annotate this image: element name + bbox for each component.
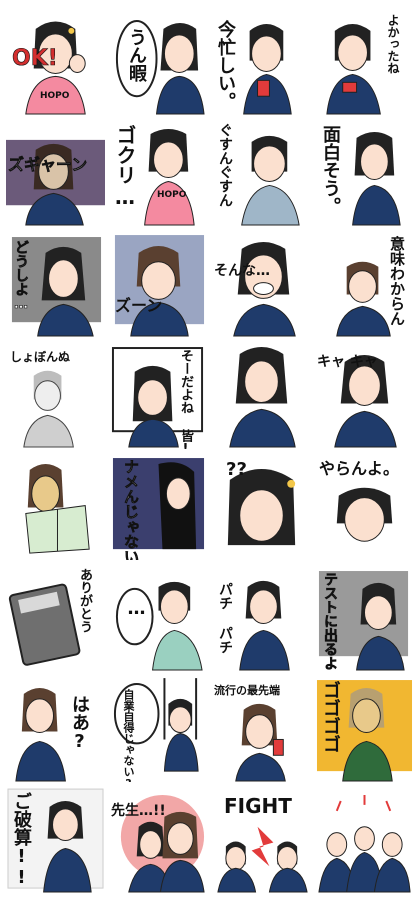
sticker-imi-wakaran[interactable]: 意味わからん <box>315 230 414 338</box>
sticker-caption: 先生…!! <box>111 802 166 819</box>
sticker-gohasan[interactable]: ご破算!! <box>6 785 105 893</box>
sticker-soudayone[interactable]: そーだよね 皆!? <box>109 341 208 449</box>
sticker-neutral-girl[interactable] <box>212 341 311 449</box>
sticker-caption: ご破算!! <box>11 791 32 888</box>
sticker-caption: そーだよね 皆!? <box>178 349 193 449</box>
sticker-reading-girl[interactable] <box>6 452 105 560</box>
sticker-gusun-gusun[interactable]: ぐすんぐすん <box>212 119 311 227</box>
sticker-caption: キャ キャ <box>317 354 378 371</box>
sticker-caption: よかったね <box>386 14 400 74</box>
sticker-caption: FIGHT <box>224 793 292 818</box>
sticker-three-cheering[interactable] <box>315 785 414 893</box>
sticker-caption: 流行の最先端 <box>214 683 280 697</box>
sticker-ryuukou[interactable]: 流行の最先端 <box>212 674 311 782</box>
sticker-dots[interactable]: … <box>109 563 208 671</box>
sticker-caption: 意味わからん <box>388 236 406 327</box>
sticker-kya-kya[interactable]: キャ キャ <box>315 341 414 449</box>
sticker-gogogo[interactable]: ゴゴゴゴ <box>315 674 414 782</box>
sticker-caption: ゴゴゴゴ <box>320 680 341 753</box>
sticker-omoshirosou[interactable]: 面白そう。 <box>315 119 414 227</box>
sticker-zuun[interactable]: ズーン <box>109 230 208 338</box>
sticker-sensei[interactable]: 先生…!! <box>109 785 208 893</box>
sticker-caption: ゴクリ… <box>113 125 137 210</box>
sticker-caption: … <box>126 597 147 619</box>
sticker-caption: ズーン <box>115 296 163 316</box>
sticker-caption: ありがとう <box>77 567 92 633</box>
shirt-text: HOPO <box>40 91 70 101</box>
sticker-caption: テストに出るよ <box>322 571 339 670</box>
sticker-zugyaan[interactable]: ズギャーン <box>6 119 105 227</box>
sticker-calculator[interactable]: ありがとう <box>6 563 105 671</box>
sticker-caption: はあ? <box>69 694 90 752</box>
sticker-caption: 今忙しい。 <box>215 20 236 110</box>
sticker-caption: やらんよ。 <box>319 458 400 478</box>
sticker-caption: しょぼんぬ <box>10 350 71 365</box>
shirt-text: HOPO <box>157 190 187 201</box>
sticker-caption: ?? <box>226 458 247 480</box>
sticker-doushiyo[interactable]: どうしよ… <box>6 230 105 338</box>
sticker-shobonnu[interactable]: しょぼんぬ <box>6 341 105 449</box>
sticker-caption: OK! <box>12 46 58 71</box>
sticker-caption: パチ パチ <box>217 581 233 654</box>
sticker-pachi-pachi[interactable]: パチ パチ <box>212 563 311 671</box>
sticker-fight[interactable]: FIGHT <box>212 785 311 893</box>
sticker-ok[interactable]: OK! HOPO <box>6 8 105 116</box>
sticker-ima-isogashii[interactable]: 今忙しい。 <box>212 8 311 116</box>
sticker-sonna[interactable]: そんな… <box>212 230 311 338</box>
sticker-namenjanaiyo[interactable]: ナメんじゃないよ <box>109 452 208 560</box>
sticker-caption: うん暇 <box>126 28 147 82</box>
sticker-un-hima[interactable]: うん暇 <box>109 8 208 116</box>
sticker-grid: OK! HOPO うん暇 今忙しい。 よかったね ズギャーン ゴクリ… HOPO… <box>6 8 414 893</box>
sticker-caption: ナメんじゃないよ <box>122 458 141 560</box>
sticker-yokatta-ne[interactable]: よかったね <box>315 8 414 116</box>
sticker-caption: ズギャーン <box>8 155 88 175</box>
sticker-caption: そんな… <box>214 263 270 280</box>
sticker-haa[interactable]: はあ? <box>6 674 105 782</box>
sticker-caption: どうしよ… <box>13 240 30 313</box>
sticker-test-ni-deru[interactable]: テストに出るよ <box>315 563 414 671</box>
sticker-jigou-jitoku[interactable]: 自業自得じゃない? <box>109 674 208 782</box>
sticker-question[interactable]: ?? <box>212 452 311 560</box>
sticker-caption: 面白そう。 <box>320 125 341 216</box>
sticker-yaranyo[interactable]: やらんよ。 <box>315 452 414 560</box>
sticker-caption: 自業自得じゃない? <box>122 688 135 782</box>
sticker-caption: ぐすんぐすん <box>217 123 233 208</box>
sticker-gokuri[interactable]: ゴクリ… HOPO <box>109 119 208 227</box>
